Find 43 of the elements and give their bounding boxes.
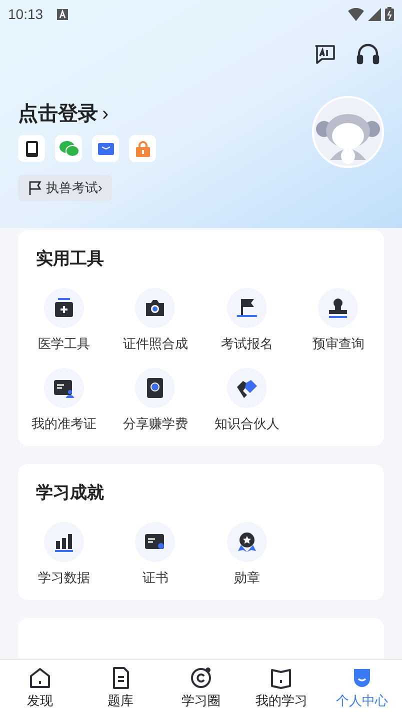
padlock-icon[interactable]	[129, 135, 156, 162]
tool-icon	[318, 288, 358, 328]
tool-item[interactable]: 证书	[110, 522, 201, 586]
avatar[interactable]	[312, 96, 384, 168]
tool-item[interactable]: 我的准考证	[18, 368, 110, 432]
tab[interactable]: 学习圈	[160, 660, 242, 716]
login-link[interactable]: 点击登录 ›	[18, 102, 156, 126]
headphones-icon[interactable]	[356, 43, 380, 65]
house-icon	[28, 666, 52, 690]
envelope-icon[interactable]	[92, 135, 119, 162]
tool-icon	[226, 522, 267, 562]
section-title: 学习成就	[35, 482, 105, 504]
tool-item[interactable]: 分享赚学费	[110, 368, 201, 432]
tool-item[interactable]: 勋章	[201, 522, 292, 586]
tool-icon	[135, 368, 176, 408]
tab[interactable]: 我的学习	[241, 660, 322, 716]
tool-item[interactable]: 医学工具	[18, 288, 110, 352]
tool-icon	[226, 368, 267, 408]
tab[interactable]: 发现	[0, 660, 80, 716]
tool-icon	[44, 522, 84, 562]
phone-icon[interactable]	[18, 135, 45, 162]
tool-icon	[44, 288, 84, 328]
tool-icon	[135, 288, 176, 328]
tool-item[interactable]: 考试报名	[201, 288, 292, 352]
tab[interactable]: 题库	[80, 660, 161, 716]
wifi-icon	[348, 8, 364, 20]
tool-icon	[226, 288, 267, 328]
tool-icon	[135, 522, 176, 562]
keyboard-indicator-icon	[57, 8, 68, 20]
flag-icon	[28, 181, 42, 195]
tool-icon	[44, 368, 84, 408]
tool-item[interactable]: 预审查询	[292, 288, 384, 352]
signal-icon	[368, 8, 381, 20]
chat-bubbles-icon[interactable]	[55, 135, 82, 162]
exam-tag[interactable]: 执兽考试›	[18, 175, 112, 201]
tool-item[interactable]: 证件照合成	[110, 288, 201, 352]
section-title: 实用工具	[35, 248, 105, 270]
tool-item[interactable]: 知识合伙人	[201, 368, 292, 432]
tool-item[interactable]: 学习数据	[18, 522, 110, 586]
status-time: 10:13	[8, 4, 44, 24]
ai-chat-icon[interactable]	[314, 43, 336, 65]
battery-icon	[385, 7, 394, 21]
tab[interactable]: 个人中心	[322, 660, 402, 716]
